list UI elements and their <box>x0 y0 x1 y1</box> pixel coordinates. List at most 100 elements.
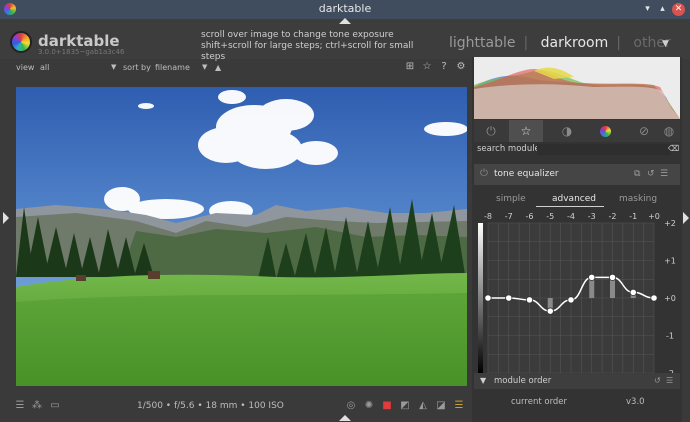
view-darkroom[interactable]: darkroom <box>541 35 609 51</box>
filter-bar: view all ▼ sort by filename ▼ ▲ ⊞ ☆ ? ⚙ <box>12 60 470 76</box>
x-tick-label: -1 <box>629 212 637 221</box>
gamut-icon[interactable]: ◭ <box>417 400 429 412</box>
x-tick-label: -8 <box>484 212 492 221</box>
multi-instance-icon[interactable]: ⧉ <box>634 169 640 179</box>
color-group-tab[interactable] <box>588 120 622 142</box>
sort-select[interactable]: filename <box>155 63 190 72</box>
x-tick-label: -7 <box>505 212 513 221</box>
tone-equalizer-tabs: simple advanced masking <box>474 192 680 208</box>
softproof-icon[interactable]: ◩ <box>399 400 411 412</box>
header: darktable 3.0.0+1835~gab1a3c46 scroll ov… <box>0 19 690 62</box>
maximize-icon[interactable]: ▴ <box>656 3 669 16</box>
top-panel-toggle-icon[interactable] <box>339 18 351 24</box>
sort-chevron-icon[interactable]: ▼ <box>202 63 207 71</box>
curve-node[interactable] <box>608 273 617 281</box>
y-tick-label: +2 <box>664 219 676 228</box>
search-module-row: search module ⌫ <box>474 143 680 157</box>
view-filter-label: view <box>16 63 35 72</box>
bottom-toolbar: ☰ ⁂ ▭ 1/500 • f/5.6 • 18 mm • 100 ISO ◎ … <box>0 396 470 422</box>
curve-node[interactable] <box>588 273 596 281</box>
star-icon[interactable]: ☆ <box>421 61 433 73</box>
tab-masking[interactable]: masking <box>619 194 657 204</box>
presets-menu-icon[interactable]: ☰ <box>660 169 668 179</box>
active-tab-indicator <box>536 206 604 207</box>
close-icon[interactable]: ✕ <box>672 3 685 16</box>
right-panel-toggle-icon[interactable] <box>683 212 689 224</box>
module-order-presets-icon[interactable]: ☰ <box>666 376 673 385</box>
favorites-tab[interactable]: ☆ <box>509 120 543 142</box>
luminance-gradient <box>478 223 483 373</box>
curve-node[interactable] <box>567 296 575 304</box>
display-icon[interactable]: ▭ <box>49 400 61 412</box>
y-tick-labels: +2+1+0-1-2 <box>664 219 676 378</box>
curve-node[interactable] <box>629 288 637 296</box>
module-order-row: current order v3.0 <box>474 397 680 411</box>
view-lighttable[interactable]: lighttable <box>449 35 516 51</box>
search-module-input[interactable] <box>537 144 671 155</box>
exif-info: 1/500 • f/5.6 • 18 mm • 100 ISO <box>137 401 284 411</box>
view-dropdown-icon[interactable]: ▼ <box>662 39 669 49</box>
x-tick-label: -2 <box>609 212 617 221</box>
active-modules-tab[interactable]: ⏻ <box>474 120 508 142</box>
darktable-window: darktable ▾ ▴ ✕ darktable 3.0.0+1835~gab… <box>0 0 690 422</box>
curve-node[interactable] <box>505 294 513 302</box>
curve-node[interactable] <box>546 307 554 315</box>
clear-search-icon[interactable]: ⌫ <box>668 144 679 153</box>
sort-label: sort by <box>123 63 151 72</box>
curve-node[interactable] <box>484 294 492 302</box>
main-image[interactable] <box>16 87 467 386</box>
raw-overexposure-icon[interactable]: ☰ <box>453 400 465 412</box>
sort-direction-icon[interactable]: ▲ <box>215 63 221 72</box>
x-tick-label: -6 <box>526 212 534 221</box>
reset-icon[interactable]: ↺ <box>647 169 655 179</box>
y-tick-label: -1 <box>666 332 674 341</box>
view-switcher: lighttable | darkroom | other <box>449 35 671 51</box>
x-tick-label: -4 <box>567 212 575 221</box>
left-panel-toggle-icon[interactable] <box>3 212 9 224</box>
overexposure-icon[interactable]: ◪ <box>435 400 447 412</box>
brand-version: 3.0.0+1835~gab1a3c46 <box>38 48 125 56</box>
y-tick-label: +1 <box>664 257 676 266</box>
bulb-icon[interactable]: ✺ <box>363 400 375 412</box>
y-tick-label: +0 <box>664 294 676 303</box>
presets-icon[interactable]: ⁂ <box>31 400 43 412</box>
x-tick-label: +0 <box>648 212 660 221</box>
more-groups-tab[interactable]: ◍ <box>658 120 680 142</box>
current-order-value: v3.0 <box>626 397 645 407</box>
view-filter-chevron-icon[interactable]: ▼ <box>111 63 116 71</box>
x-tick-label: -3 <box>588 212 596 221</box>
search-module-label: search module <box>477 144 540 154</box>
focus-peaking-icon[interactable]: ◎ <box>345 400 357 412</box>
hint-text: scroll over image to change tone exposur… <box>201 30 431 63</box>
menu-icon[interactable]: ☰ <box>14 400 26 412</box>
tab-advanced[interactable]: advanced <box>552 194 596 204</box>
view-filter-select[interactable]: all <box>40 63 49 72</box>
landscape-photo <box>16 87 467 386</box>
grouping-icon[interactable]: ⊞ <box>404 61 416 73</box>
curve-node[interactable] <box>650 294 658 302</box>
curve-node[interactable] <box>525 296 534 304</box>
gear-icon[interactable]: ⚙ <box>455 61 467 73</box>
minimize-icon[interactable]: ▾ <box>641 3 654 16</box>
collapse-icon[interactable]: ▼ <box>480 376 486 385</box>
current-order-label: current order <box>511 397 568 407</box>
help-icon[interactable]: ? <box>438 61 450 73</box>
tone-equalizer-header[interactable]: ⏻ tone equalizer ⧉ ↺ ☰ <box>474 164 680 185</box>
histogram[interactable] <box>474 57 680 119</box>
effects-group-tab[interactable]: ⊘ <box>627 120 661 142</box>
right-panel: ⏻ ☆ ◑ ⊘ ◍ search module ⌫ ⏻ tone equaliz… <box>472 57 682 422</box>
module-name: tone equalizer <box>494 169 559 179</box>
basic-group-tab[interactable]: ◑ <box>550 120 584 142</box>
module-order-header[interactable]: ▼ module order ↺ ☰ <box>474 373 680 389</box>
x-tick-labels: -8 -7 -6 -5 -4 -3 -2 -1 +0 <box>484 212 660 221</box>
module-group-tabs: ⏻ ☆ ◑ ⊘ ◍ <box>474 120 680 142</box>
hint-line-1: scroll over image to change tone exposur… <box>201 30 394 40</box>
tone-equalizer-graph[interactable]: -8 -7 -6 -5 -4 -3 -2 -1 +0 +2 +1 +0 -1 -2 <box>474 210 680 422</box>
window-title: darktable <box>318 2 372 15</box>
module-order-label: module order <box>494 376 552 386</box>
darktable-logo <box>10 31 32 53</box>
color-assessment-icon[interactable]: ■ <box>381 400 393 412</box>
tab-simple[interactable]: simple <box>496 194 526 204</box>
module-order-reset-icon[interactable]: ↺ <box>654 376 661 385</box>
module-power-icon[interactable]: ⏻ <box>480 168 488 179</box>
